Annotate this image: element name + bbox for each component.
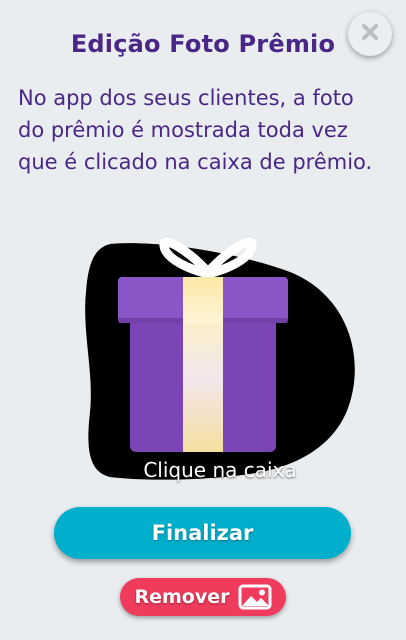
finalize-button[interactable]: Finalizar xyxy=(54,507,351,559)
click-box-label: Clique na caixa xyxy=(143,458,297,482)
remove-photo-button[interactable]: Remover xyxy=(120,578,286,616)
prize-box-area[interactable]: Clique na caixa xyxy=(80,232,360,488)
gift-lid-ribbon xyxy=(183,277,223,323)
gift-body-ribbon xyxy=(183,318,223,452)
gift-box-icon[interactable] xyxy=(80,232,360,488)
modal-title: Edição Foto Prêmio xyxy=(70,30,336,58)
image-icon xyxy=(238,584,272,610)
edit-prize-photo-modal: Edição Foto Prêmio No app dos seus clien… xyxy=(0,0,406,640)
remove-button-label: Remover xyxy=(134,586,230,608)
modal-description: No app dos seus clientes, a foto do prêm… xyxy=(18,86,373,174)
